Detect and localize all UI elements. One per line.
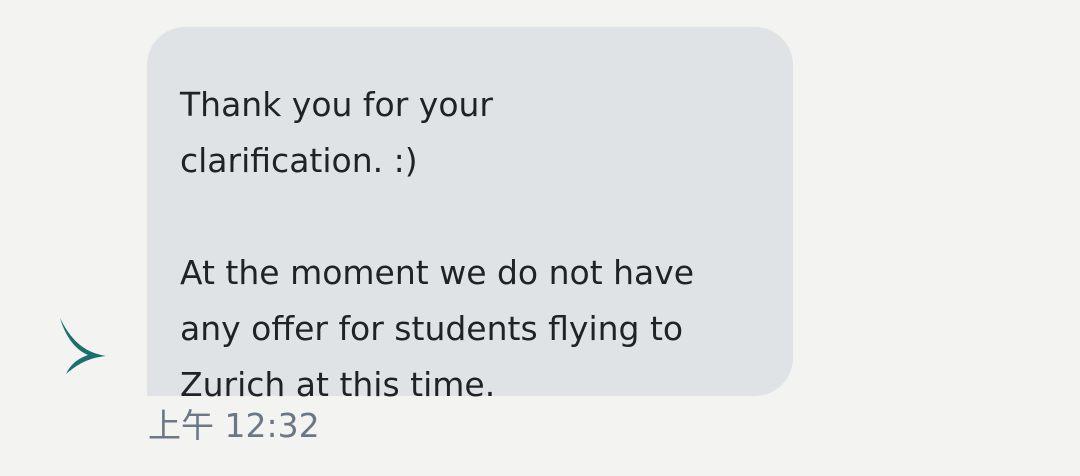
message-line: Thank you for your: [180, 85, 494, 124]
message-line: any offer for students flying to: [180, 309, 684, 348]
brushwing-icon: [60, 318, 106, 374]
message-line: clarification. :): [180, 141, 418, 180]
message-bubble[interactable]: Thank you for your clarification. :) At …: [147, 27, 793, 404]
message-timestamp: 上午 12:32: [148, 406, 320, 445]
message-line: At the moment we do not have: [180, 253, 695, 292]
sender-avatar-logo[interactable]: [56, 316, 110, 376]
chat-area: Thank you for your clarification. :) At …: [0, 0, 1080, 476]
